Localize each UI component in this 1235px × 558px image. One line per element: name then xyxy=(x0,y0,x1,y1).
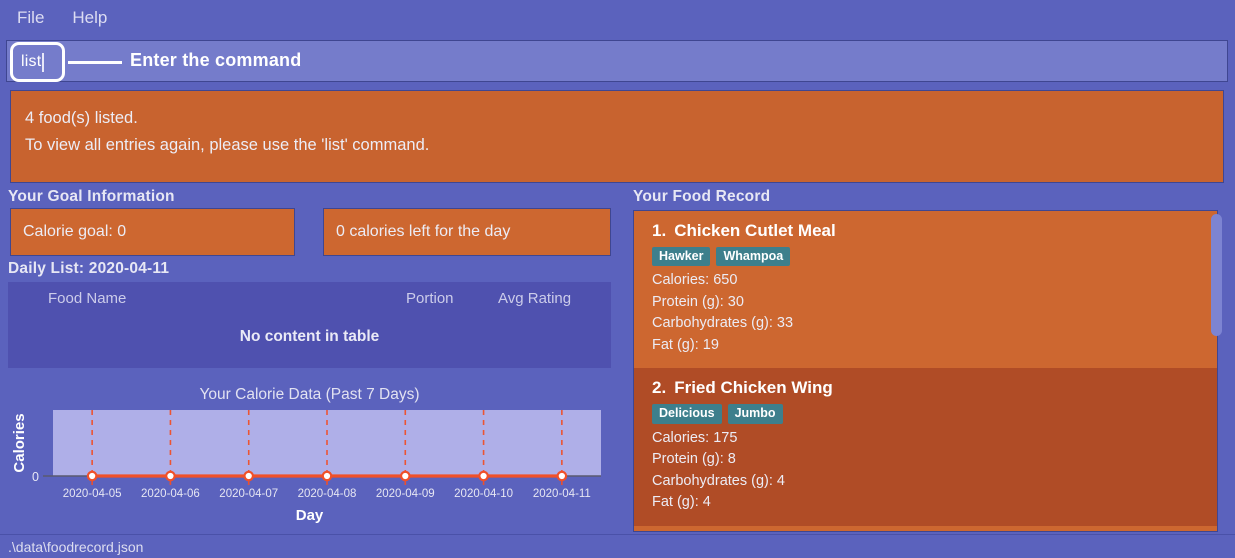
status-bar-path: .\data\foodrecord.json xyxy=(8,538,144,555)
status-bar: .\data\foodrecord.json xyxy=(0,534,1235,558)
scrollbar-thumb[interactable] xyxy=(1211,214,1222,336)
chart-x-tick-label: 2020-04-10 xyxy=(454,488,513,500)
food-card-title: 2. Fried Chicken Wing xyxy=(652,378,1203,398)
food-record-scrollbar[interactable] xyxy=(1211,214,1222,526)
result-line-2: To view all entries again, please use th… xyxy=(25,136,430,154)
goal-section-heading: Your Goal Information xyxy=(8,188,175,205)
chart-plot-area: 0 Calories 2020-04-05 2020-04-06 2020-04-07 2… xyxy=(11,410,601,500)
food-card-name: Fried Chicken Wing xyxy=(674,378,833,398)
food-card-carbs: Carbohydrates (g): 4 xyxy=(652,472,785,489)
table-header-row: Food Name Portion Avg Rating xyxy=(8,282,611,314)
chart-data-point xyxy=(478,470,489,482)
result-display: 4 food(s) listed. To view all entries ag… xyxy=(10,90,1224,183)
food-tag: Jumbo xyxy=(727,404,783,424)
food-record-card[interactable]: 1. Chicken Cutlet Meal Hawker Whampoa Calori… xyxy=(634,211,1217,369)
left-pane: Your Goal Information Calorie goal: 0 0 … xyxy=(0,188,620,538)
food-card-carbs: Carbohydrates (g): 33 xyxy=(652,315,794,332)
calories-left-value: 0 calories left for the day xyxy=(336,223,511,240)
column-header-portion[interactable]: Portion xyxy=(406,290,454,307)
calories-left-card: 0 calories left for the day xyxy=(323,208,611,256)
text-caret xyxy=(42,52,45,72)
food-record-heading: Your Food Record xyxy=(633,188,771,205)
food-record-list[interactable]: 1. Chicken Cutlet Meal Hawker Whampoa Calori… xyxy=(633,210,1218,532)
daily-list-table[interactable]: Food Name Portion Avg Rating No content … xyxy=(8,282,611,368)
chart-data-point xyxy=(399,470,411,482)
food-card-title: 1. Chicken Cutlet Meal xyxy=(652,221,1203,241)
food-card-name: Chicken Cutlet Meal xyxy=(674,221,836,240)
chart-x-axis-label: Day xyxy=(295,507,324,524)
calorie-chart: Your Calorie Data (Past 7 Days) 0 Calorie… xyxy=(8,384,611,526)
calorie-goal-value: Calorie goal: 0 xyxy=(23,223,127,240)
chart-y-tick-label: 0 xyxy=(32,470,39,484)
chart-x-tick-label: 2020-04-09 xyxy=(376,488,435,500)
calorie-goal-card: Calorie goal: 0 xyxy=(10,208,295,256)
annotation-leader-line xyxy=(68,61,122,64)
command-input-highlight[interactable]: list xyxy=(10,42,65,82)
table-empty-message: No content in table xyxy=(239,328,380,345)
chart-data-point xyxy=(86,470,98,482)
command-input-value: list xyxy=(21,53,42,70)
chart-x-tick-label: 2020-04-06 xyxy=(141,488,200,500)
app-window: File Help list Enter the command 4 food(… xyxy=(0,0,1235,558)
food-card-tags: Hawker Whampoa xyxy=(652,247,1203,267)
right-pane: Your Food Record 1. Chicken Cutlet Meal Ha… xyxy=(625,188,1225,538)
menu-item-help[interactable]: Help xyxy=(69,6,110,29)
chart-data-point xyxy=(556,470,568,482)
chart-x-tick-label: 2020-04-05 xyxy=(63,488,122,500)
chart-y-axis-label: Calories xyxy=(11,413,28,472)
food-card-calories: Calories: 175 xyxy=(652,429,738,446)
food-tag: Hawker xyxy=(652,247,711,267)
result-line-1: 4 food(s) listed. xyxy=(25,109,138,127)
menu-bar: File Help xyxy=(0,0,1235,34)
chart-data-point xyxy=(321,470,333,482)
food-card-calories: Calories: 650 xyxy=(652,272,738,289)
food-card-protein: Protein (g): 30 xyxy=(652,293,744,310)
food-tag: Whampoa xyxy=(716,247,791,267)
column-header-food-name[interactable]: Food Name xyxy=(48,290,126,307)
menu-item-file[interactable]: File xyxy=(14,6,47,29)
chart-data-point xyxy=(243,470,255,482)
annotation-label: Enter the command xyxy=(130,50,302,70)
chart-x-tick-label: 2020-04-11 xyxy=(533,488,591,500)
food-card-tags: Delicious Jumbo xyxy=(652,404,1203,424)
food-tag: Delicious xyxy=(652,404,722,424)
food-card-index: 2. xyxy=(652,378,667,398)
food-card-protein: Protein (g): 8 xyxy=(652,451,736,468)
chart-data-point xyxy=(165,470,176,482)
food-card-fat: Fat (g): 19 xyxy=(652,336,719,353)
food-record-card[interactable]: 3.Hainanese Chicken RiceMeatCalories: 38… xyxy=(634,525,1217,531)
food-card-fat: Fat (g): 4 xyxy=(652,494,711,511)
daily-list-heading: Daily List: 2020-04-11 xyxy=(8,260,170,277)
chart-x-tick-label: 2020-04-08 xyxy=(298,488,357,500)
column-header-avg-rating[interactable]: Avg Rating xyxy=(498,290,571,307)
chart-title: Your Calorie Data (Past 7 Days) xyxy=(199,386,420,403)
chart-x-tick-label: 2020-04-07 xyxy=(219,488,278,500)
food-card-index: 1. xyxy=(652,221,667,240)
food-record-card[interactable]: 2. Fried Chicken Wing Delicious Jumbo Calori… xyxy=(634,368,1217,526)
